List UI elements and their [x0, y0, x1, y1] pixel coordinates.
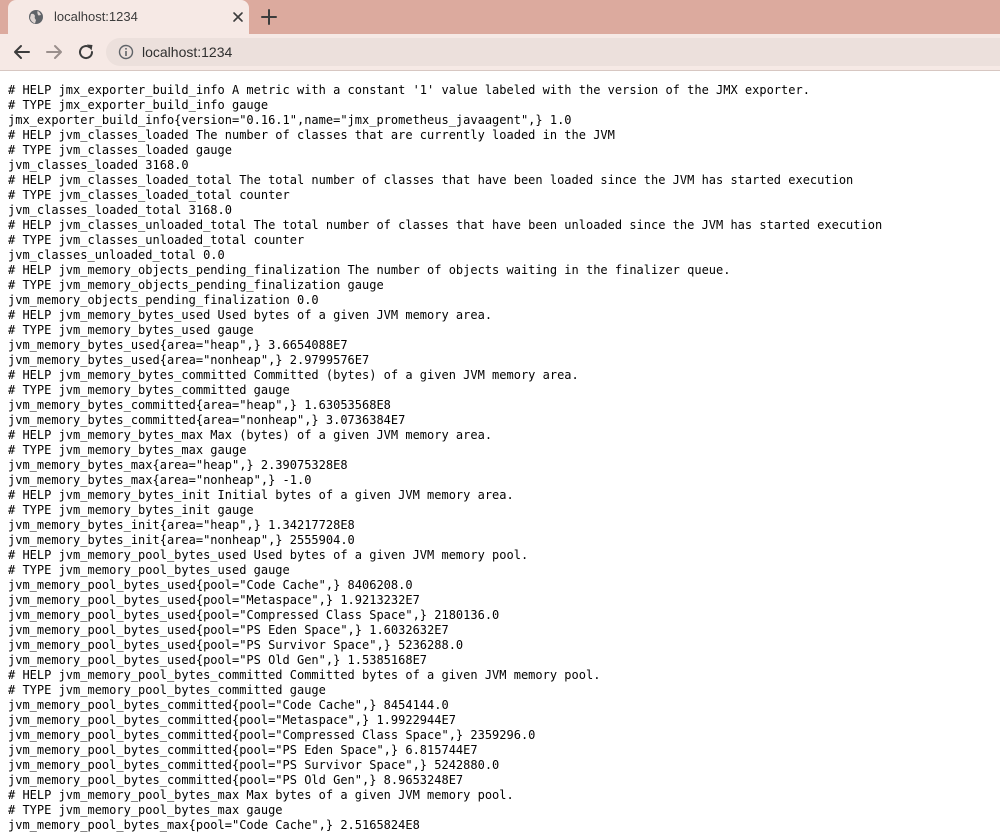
metric-value-line: jvm_memory_bytes_init{area="heap",} 1.34… [8, 518, 355, 532]
metric-value-line: jvm_memory_pool_bytes_used{pool="Metaspa… [8, 593, 420, 607]
metric-comment-line: # HELP jvm_memory_objects_pending_finali… [8, 263, 731, 277]
metric-value-line: jvm_memory_pool_bytes_used{pool="PS Surv… [8, 638, 464, 652]
metric-value-line: jvm_memory_bytes_committed{area="heap",}… [8, 398, 391, 412]
metric-value-line: jvm_memory_pool_bytes_committed{pool="Co… [8, 728, 536, 742]
page-content: # HELP jmx_exporter_build_info A metric … [0, 71, 1000, 834]
metric-value-line: jvm_memory_pool_bytes_used{pool="Code Ca… [8, 578, 413, 592]
tab-title: localhost:1234 [54, 9, 138, 24]
arrow-left-icon[interactable] [12, 42, 32, 62]
arrow-right-icon[interactable] [44, 42, 64, 62]
metric-comment-line: # TYPE jvm_memory_pool_bytes_used gauge [8, 563, 290, 577]
metric-comment-line: # HELP jvm_memory_bytes_init Initial byt… [8, 488, 514, 502]
metric-comment-line: # TYPE jvm_memory_bytes_max gauge [8, 443, 247, 457]
browser-tab[interactable]: localhost:1234 [8, 0, 249, 34]
metric-value-line: jvm_memory_pool_bytes_committed{pool="PS… [8, 773, 464, 787]
metric-comment-line: # TYPE jvm_memory_objects_pending_finali… [8, 278, 384, 292]
metric-comment-line: # TYPE jvm_memory_bytes_init gauge [8, 503, 254, 517]
metric-comment-line: # TYPE jvm_classes_loaded_total counter [8, 188, 290, 202]
metric-value-line: jvm_memory_bytes_used{area="heap",} 3.66… [8, 338, 348, 352]
metric-comment-line: # HELP jvm_classes_loaded_total The tota… [8, 173, 854, 187]
metric-value-line: jvm_memory_objects_pending_finalization … [8, 293, 319, 307]
metric-comment-line: # HELP jvm_memory_bytes_max Max (bytes) … [8, 428, 493, 442]
metric-value-line: jvm_memory_pool_bytes_committed{pool="Co… [8, 698, 449, 712]
metric-value-line: jvm_classes_loaded 3168.0 [8, 158, 189, 172]
plus-icon[interactable] [258, 7, 280, 27]
metric-comment-line: # HELP jvm_memory_pool_bytes_used Used b… [8, 548, 529, 562]
tab-strip: localhost:1234 [0, 0, 1000, 34]
metric-value-line: jvm_memory_pool_bytes_committed{pool="PS… [8, 758, 500, 772]
metric-value-line: jvm_classes_loaded_total 3168.0 [8, 203, 232, 217]
metric-comment-line: # TYPE jvm_memory_pool_bytes_max gauge [8, 803, 283, 817]
info-icon[interactable] [118, 44, 134, 60]
metric-comment-line: # HELP jvm_classes_loaded The number of … [8, 128, 615, 142]
metric-comment-line: # TYPE jvm_memory_bytes_committed gauge [8, 383, 290, 397]
globe-icon [29, 10, 43, 24]
metric-comment-line: # HELP jmx_exporter_build_info A metric … [8, 83, 810, 97]
metric-comment-line: # TYPE jvm_memory_bytes_used gauge [8, 323, 254, 337]
close-icon[interactable] [231, 10, 245, 24]
metric-comment-line: # TYPE jvm_classes_unloaded_total counte… [8, 233, 305, 247]
metric-comment-line: # HELP jvm_memory_bytes_used Used bytes … [8, 308, 493, 322]
metric-value-line: jvm_memory_pool_bytes_used{pool="PS Old … [8, 653, 428, 667]
metric-value-line: jvm_memory_pool_bytes_used{pool="Compres… [8, 608, 500, 622]
metric-comment-line: # HELP jvm_memory_pool_bytes_committed C… [8, 668, 601, 682]
reload-icon[interactable] [76, 42, 96, 62]
metric-value-line: jvm_classes_unloaded_total 0.0 [8, 248, 225, 262]
metric-value-line: jvm_memory_bytes_init{area="nonheap",} 2… [8, 533, 355, 547]
metric-value-line: jvm_memory_bytes_max{area="heap",} 2.390… [8, 458, 348, 472]
metric-comment-line: # TYPE jvm_memory_pool_bytes_committed g… [8, 683, 326, 697]
metric-value-line: jvm_memory_pool_bytes_committed{pool="Me… [8, 713, 456, 727]
metric-value-line: jvm_memory_pool_bytes_committed{pool="PS… [8, 743, 478, 757]
metric-comment-line: # HELP jvm_classes_unloaded_total The to… [8, 218, 883, 232]
metric-value-line: jvm_memory_bytes_max{area="nonheap",} -1… [8, 473, 312, 487]
metric-value-line: jvm_memory_bytes_used{area="nonheap",} 2… [8, 353, 370, 367]
metric-comment-line: # TYPE jmx_exporter_build_info gauge [8, 98, 269, 112]
url-text[interactable]: localhost:1234 [142, 43, 232, 61]
metric-value-line: jvm_memory_pool_bytes_used{pool="PS Eden… [8, 623, 449, 637]
metric-comment-line: # HELP jvm_memory_bytes_committed Commit… [8, 368, 579, 382]
metric-value-line: jvm_memory_bytes_committed{area="nonheap… [8, 413, 406, 427]
metrics-text: # HELP jmx_exporter_build_info A metric … [8, 83, 882, 833]
browser-toolbar: localhost:1234 [0, 34, 1000, 71]
metric-comment-line: # HELP jvm_memory_pool_bytes_max Max byt… [8, 788, 514, 802]
metric-comment-line: # TYPE jvm_classes_loaded gauge [8, 143, 232, 157]
metric-value-line: jmx_exporter_build_info{version="0.16.1"… [8, 113, 572, 127]
address-bar[interactable]: localhost:1234 [106, 38, 1000, 66]
metric-value-line: jvm_memory_pool_bytes_max{pool="Code Cac… [8, 818, 420, 832]
